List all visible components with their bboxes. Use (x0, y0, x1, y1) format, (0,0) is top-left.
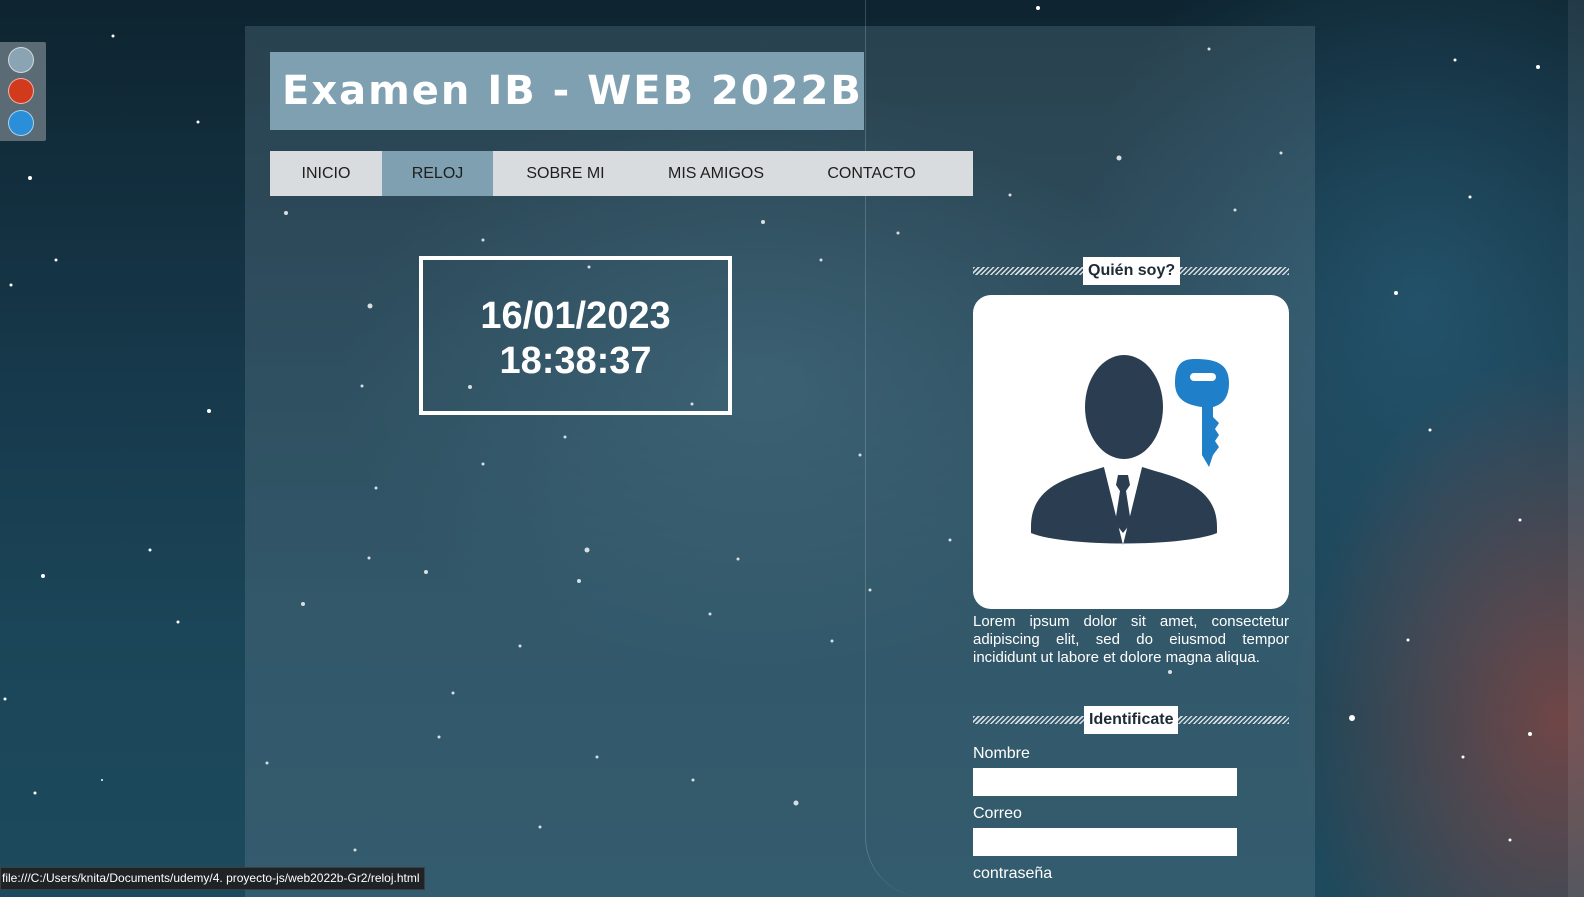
avatar-card (973, 295, 1289, 609)
main-nav: INICIO RELOJ SOBRE MI MIS AMIGOS CONTACT… (270, 151, 973, 196)
email-field[interactable] (973, 828, 1237, 856)
site-title: Examen IB - WEB 2022B (270, 52, 864, 130)
theme-red-button[interactable] (8, 78, 34, 104)
about-heading-label: Quién soy? (1083, 257, 1181, 285)
clock-date: 16/01/2023 (480, 295, 671, 337)
businessman-with-key-icon (1031, 355, 1229, 545)
nav-item-reloj[interactable]: RELOJ (382, 151, 493, 196)
nav-item-sobre-mi[interactable]: SOBRE MI (493, 151, 638, 196)
login-heading-label: Identificate (1084, 706, 1179, 734)
theme-blue-button[interactable] (8, 110, 34, 136)
theme-gray-button[interactable] (8, 47, 34, 73)
password-label: contraseña (973, 865, 1053, 882)
bio-text: Lorem ipsum dolor sit amet, consectetur … (973, 613, 1289, 666)
clock-display: 16/01/2023 18:38:37 (419, 256, 732, 415)
nav-item-inicio[interactable]: INICIO (270, 151, 382, 196)
theme-switcher (0, 42, 46, 141)
nav-item-mis-amigos[interactable]: MIS AMIGOS (638, 151, 794, 196)
content-divider (865, 0, 926, 897)
name-field[interactable] (973, 768, 1237, 796)
email-label: Correo (973, 805, 1022, 822)
nav-item-contacto[interactable]: CONTACTO (794, 151, 949, 196)
login-heading: Identificate (973, 706, 1289, 734)
clock-time: 18:38:37 (499, 340, 652, 382)
name-label: Nombre (973, 745, 1030, 762)
status-bar-url: file:///C:/Users/knita/Documents/udemy/4… (0, 867, 425, 890)
scrollbar[interactable] (1568, 0, 1584, 897)
about-heading: Quién soy? (973, 257, 1289, 285)
